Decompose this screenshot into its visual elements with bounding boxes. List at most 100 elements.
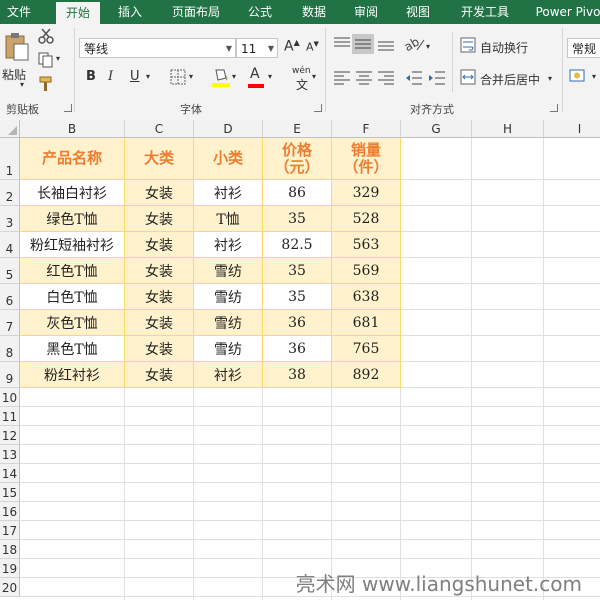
table-cell[interactable]: 892 xyxy=(332,362,401,388)
table-cell[interactable]: 女装 xyxy=(125,284,194,310)
align-top-icon[interactable] xyxy=(333,36,351,52)
table-cell[interactable]: 衬衫 xyxy=(194,362,263,388)
row-header-10[interactable]: 10 xyxy=(0,388,20,407)
align-left-icon[interactable] xyxy=(333,70,351,86)
column-header-b[interactable]: B xyxy=(20,120,125,138)
select-all-button[interactable] xyxy=(0,120,20,138)
accounting-format-icon[interactable] xyxy=(569,68,591,84)
table-cell[interactable]: 638 xyxy=(332,284,401,310)
row-header-19[interactable]: 19 xyxy=(0,559,20,578)
row-header-12[interactable]: 12 xyxy=(0,426,20,445)
fill-color-icon[interactable] xyxy=(212,66,230,88)
table-cell[interactable]: 女装 xyxy=(125,336,194,362)
column-header-f[interactable]: F xyxy=(332,120,401,138)
copy-dropdown-icon[interactable]: ▾ xyxy=(56,54,60,63)
table-cell[interactable]: 雪纺 xyxy=(194,310,263,336)
table-cell[interactable]: 82.5 xyxy=(263,232,332,258)
row-header-4[interactable]: 4 xyxy=(0,232,20,258)
font-launcher-icon[interactable] xyxy=(314,104,322,112)
font-color-dropdown-icon[interactable]: ▾ xyxy=(268,72,272,81)
row-header-18[interactable]: 18 xyxy=(0,540,20,559)
column-header-i[interactable]: I xyxy=(544,120,600,138)
table-cell[interactable]: 雪纺 xyxy=(194,258,263,284)
row-header-3[interactable]: 3 xyxy=(0,206,20,232)
row-header-16[interactable]: 16 xyxy=(0,502,20,521)
table-cell[interactable]: 765 xyxy=(332,336,401,362)
tab-home[interactable]: 开始 xyxy=(56,2,100,24)
tab-developer[interactable]: 开发工具 xyxy=(452,0,518,24)
tab-data[interactable]: 数据 xyxy=(294,0,334,24)
fill-color-dropdown-icon[interactable]: ▾ xyxy=(232,72,236,81)
table-header-sales[interactable]: 销量 （件） xyxy=(332,138,401,180)
font-name-select[interactable]: 等线 ▼ xyxy=(79,38,236,58)
column-header-h[interactable]: H xyxy=(472,120,544,138)
paste-icon[interactable] xyxy=(4,32,30,62)
table-cell[interactable]: 563 xyxy=(332,232,401,258)
alignment-launcher-icon[interactable] xyxy=(550,104,558,112)
column-header-g[interactable]: G xyxy=(401,120,472,138)
row-header-5[interactable]: 5 xyxy=(0,258,20,284)
paste-dropdown-icon[interactable]: ▾ xyxy=(20,80,24,89)
bold-button[interactable]: B xyxy=(86,69,96,84)
table-cell[interactable]: 女装 xyxy=(125,362,194,388)
column-header-c[interactable]: C xyxy=(125,120,194,138)
copy-icon[interactable] xyxy=(38,52,54,68)
increase-indent-icon[interactable] xyxy=(428,70,446,86)
table-cell[interactable]: 女装 xyxy=(125,258,194,284)
worksheet-grid[interactable]: B C D E F G H I 1 2 3 4 5 6 7 8 9 10 11 … xyxy=(0,120,600,600)
clipboard-launcher-icon[interactable] xyxy=(64,104,72,112)
row-header-13[interactable]: 13 xyxy=(0,445,20,464)
table-cell[interactable]: 86 xyxy=(263,180,332,206)
tab-formulas[interactable]: 公式 xyxy=(240,0,280,24)
accounting-dropdown-icon[interactable]: ▾ xyxy=(592,72,596,81)
borders-icon[interactable] xyxy=(170,69,186,85)
table-cell[interactable]: 569 xyxy=(332,258,401,284)
merge-dropdown-icon[interactable]: ▾ xyxy=(548,74,552,83)
table-cell[interactable]: 女装 xyxy=(125,180,194,206)
align-center-icon[interactable] xyxy=(355,70,373,86)
cut-icon[interactable] xyxy=(38,28,54,44)
table-cell[interactable]: 329 xyxy=(332,180,401,206)
table-cell[interactable]: 36 xyxy=(263,310,332,336)
font-size-select[interactable]: 11 ▼ xyxy=(236,38,278,58)
table-cell[interactable]: 衬衫 xyxy=(194,180,263,206)
row-header-1[interactable]: 1 xyxy=(0,138,20,180)
row-header-2[interactable]: 2 xyxy=(0,180,20,206)
align-middle-icon[interactable] xyxy=(352,34,374,54)
wrap-text-button[interactable]: 自动换行 xyxy=(480,39,528,56)
table-header-product[interactable]: 产品名称 xyxy=(20,138,125,180)
tab-view[interactable]: 视图 xyxy=(398,0,438,24)
row-header-17[interactable]: 17 xyxy=(0,521,20,540)
table-cell[interactable]: 528 xyxy=(332,206,401,232)
table-cell[interactable]: 女装 xyxy=(125,206,194,232)
wrap-text-icon[interactable] xyxy=(460,37,476,53)
merge-center-icon[interactable] xyxy=(460,69,476,85)
italic-button[interactable]: I xyxy=(108,69,113,84)
table-cell[interactable]: 绿色T恤 xyxy=(20,206,125,232)
align-bottom-icon[interactable] xyxy=(377,36,395,52)
phonetic-dropdown-icon[interactable]: ▾ xyxy=(312,72,316,81)
table-cell[interactable]: 女装 xyxy=(125,232,194,258)
table-cell[interactable]: T恤 xyxy=(194,206,263,232)
table-cell[interactable]: 雪纺 xyxy=(194,284,263,310)
column-header-d[interactable]: D xyxy=(194,120,263,138)
table-cell[interactable]: 36 xyxy=(263,336,332,362)
table-cell[interactable]: 38 xyxy=(263,362,332,388)
grow-font-button[interactable]: A▲ xyxy=(284,38,300,55)
table-cell[interactable]: 红色T恤 xyxy=(20,258,125,284)
row-header-8[interactable]: 8 xyxy=(0,336,20,362)
underline-dropdown-icon[interactable]: ▾ xyxy=(146,72,150,81)
shrink-font-button[interactable]: A▼ xyxy=(306,40,319,54)
merge-center-button[interactable]: 合并后居中 xyxy=(480,71,540,88)
table-cell[interactable]: 白色T恤 xyxy=(20,284,125,310)
table-cell[interactable]: 雪纺 xyxy=(194,336,263,362)
table-cell[interactable]: 35 xyxy=(263,284,332,310)
row-header-7[interactable]: 7 xyxy=(0,310,20,336)
row-header-9[interactable]: 9 xyxy=(0,362,20,388)
phonetic-button[interactable]: wén xyxy=(292,66,311,76)
row-header-20[interactable]: 20 xyxy=(0,578,20,597)
table-cell[interactable]: 粉红衬衫 xyxy=(20,362,125,388)
table-cell[interactable]: 衬衫 xyxy=(194,232,263,258)
tab-file[interactable]: 文件 xyxy=(0,0,38,24)
underline-button[interactable]: U xyxy=(130,69,140,84)
